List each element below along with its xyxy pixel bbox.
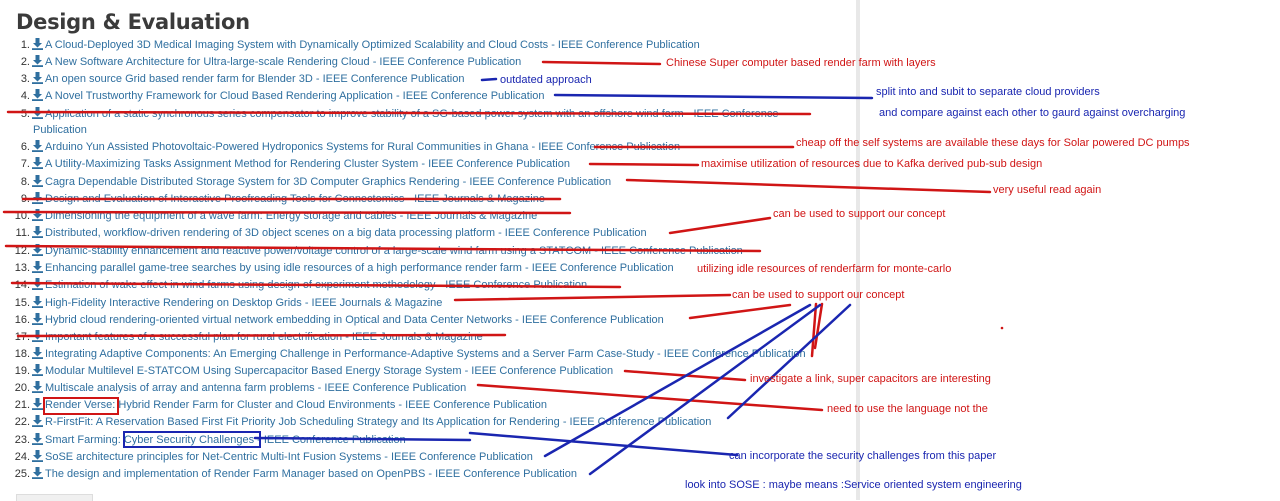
annotation-note: very useful read again [993, 184, 1102, 196]
strike-through [10, 281, 622, 289]
annotation-note: utilizing idle resources of renderfarm f… [697, 263, 952, 275]
annotation-note: maximise utilization of resources due to… [701, 158, 1043, 170]
annotation-note: cheap off the self systems are available… [796, 137, 1190, 149]
strike-through [16, 333, 507, 338]
ink-stroke [588, 162, 700, 167]
ink-stroke [480, 77, 498, 82]
ink-stroke [688, 303, 792, 320]
ink-stroke [453, 293, 732, 302]
ink-stroke [253, 436, 472, 442]
ink-box-cyber-security [123, 431, 261, 448]
annotation-note: can incorporate the security challenges … [729, 450, 997, 462]
strike-through [4, 244, 762, 253]
annotation-note: outdated approach [500, 74, 592, 86]
ink-dot [1000, 326, 1004, 330]
ink-stroke [668, 216, 772, 235]
ink-stroke [588, 303, 822, 476]
ink-stroke [468, 431, 739, 457]
ink-stroke [726, 303, 852, 420]
ink-stroke [541, 60, 662, 66]
ink-overlay [2, 60, 1004, 476]
ink-stroke [553, 93, 874, 100]
annotation-note: look into SOSE : maybe means :Service or… [685, 479, 1022, 491]
ink-stroke [625, 178, 992, 194]
strike-through [2, 210, 572, 215]
strike-through [6, 110, 812, 116]
annotation-note: investigate a link, super capacitors are… [750, 373, 991, 385]
annotation-note: need to use the language not the [827, 403, 988, 415]
annotation-note: and compare against each other to gaurd … [879, 107, 1186, 119]
annotation-note: can be used to support our concept [773, 208, 946, 220]
annotation-note: Chinese Super computer based render farm… [666, 57, 936, 69]
ink-box-render-verse [43, 397, 119, 415]
annotation-note: split into and subit to separate cloud p… [876, 86, 1100, 98]
annotation-note: can be used to support our concept [732, 289, 905, 301]
